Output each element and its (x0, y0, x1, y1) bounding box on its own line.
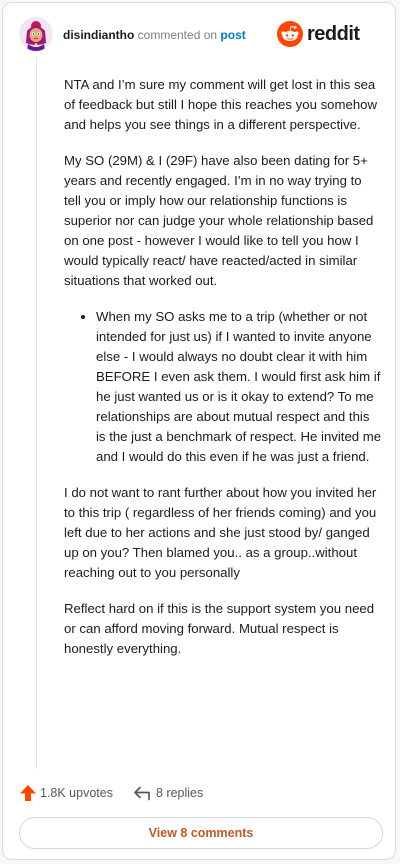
comment-paragraph: My SO (29M) & I (29F) have also been dat… (64, 153, 374, 288)
avatar-image (19, 17, 53, 51)
view-comments-button[interactable]: View 8 comments (19, 817, 383, 849)
comment-paragraph: Reflect hard on if this is the support s… (64, 601, 375, 656)
comment-bullet-item: When my SO asks me to a trip (whether or… (96, 307, 382, 467)
upvote-arrow-icon[interactable] (19, 784, 37, 802)
comment-body: NTA and I’m sure my comment will get los… (64, 75, 382, 675)
comment-paragraph: NTA and I’m sure my comment will get los… (64, 77, 378, 132)
reply-arrow-icon[interactable] (133, 784, 151, 802)
username-link[interactable]: disindiantho (63, 28, 134, 42)
upvote-count[interactable]: 1.8K upvotes (40, 786, 113, 800)
reddit-alien-icon (277, 21, 303, 47)
reply-count[interactable]: 8 replies (156, 786, 203, 800)
comment-header: disindiantho commented on post reddit (19, 17, 381, 57)
commented-on-text: commented on (137, 28, 218, 42)
comment-paragraph: I do not want to rant further about how … (64, 485, 377, 580)
comment-card: disindiantho commented on post reddit NT… (2, 2, 396, 860)
comment-actions: 1.8K upvotes 8 replies (19, 783, 379, 805)
post-link[interactable]: post (220, 28, 245, 42)
reddit-logo[interactable]: reddit (277, 21, 381, 47)
comment-bullet-list: When my SO asks me to a trip (whether or… (64, 307, 382, 467)
comment-byline: disindiantho commented on post (63, 27, 246, 43)
thread-line (36, 57, 37, 769)
user-avatar[interactable] (19, 17, 53, 51)
reddit-wordmark: reddit (307, 23, 360, 45)
